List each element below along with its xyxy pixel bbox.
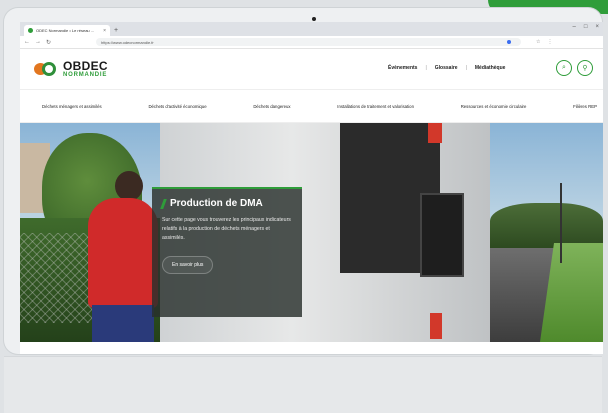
- url-field[interactable]: https://www.odecnormandie.fr: [96, 38, 522, 46]
- camera-icon: [312, 17, 316, 21]
- hero-title: Production de DMA: [170, 198, 263, 209]
- browser-tab-bar: ODEC Normandie • Le réseau ... × + – □ ×: [20, 22, 603, 36]
- logo-subtitle: NORMANDIE: [63, 72, 108, 78]
- header-link-evenements[interactable]: Évènements: [388, 65, 417, 71]
- separator: |: [425, 65, 427, 71]
- hero-photo-truck-light-low: [430, 313, 442, 339]
- site-header: OBDEC NORMANDIE Évènements | Glossaire |…: [20, 49, 603, 90]
- window-controls: – □ ×: [573, 24, 599, 30]
- slash-accent-icon: [160, 198, 167, 209]
- separator: |: [465, 65, 467, 71]
- reload-icon[interactable]: ↻: [46, 39, 51, 46]
- hero-banner: Production de DMA Sur cette page vous tr…: [20, 123, 603, 342]
- nav-item-dae[interactable]: Déchets d'activité économique: [148, 104, 206, 109]
- browser-toolbar-icons: ☆ ⋮: [536, 39, 552, 45]
- forward-icon[interactable]: →: [35, 39, 41, 45]
- laptop-frame: ODEC Normandie • Le réseau ... × + – □ ×…: [4, 8, 603, 354]
- close-window-button[interactable]: ×: [595, 24, 599, 30]
- maximize-button[interactable]: □: [584, 24, 588, 30]
- header-links: Évènements | Glossaire | Médiathèque: [388, 65, 505, 71]
- user-icon: ⚲: [582, 65, 588, 72]
- header-link-glossaire[interactable]: Glossaire: [435, 65, 458, 71]
- address-bar: ← → ↻ https://www.odecnormandie.fr ☆ ⋮: [20, 36, 603, 49]
- extension-icon[interactable]: [507, 40, 512, 44]
- category-nav: Déchets ménagers et assimilés Déchets d'…: [20, 90, 603, 123]
- nav-item-installations[interactable]: Installations de traitement et valorisat…: [337, 104, 414, 109]
- hero-photo-person-head: [115, 171, 143, 201]
- tab-title: ODEC Normandie • Le réseau ...: [36, 28, 95, 33]
- search-icon: ⌕: [562, 64, 566, 71]
- hero-photo-person-legs: [92, 305, 154, 342]
- hero-photo-treeline: [490, 203, 603, 248]
- laptop-base: [4, 356, 602, 413]
- nav-item-dma[interactable]: Déchets ménagers et assimilés: [42, 104, 102, 109]
- browser-tab[interactable]: ODEC Normandie • Le réseau ... ×: [24, 25, 110, 36]
- hero-card-title: Production de DMA: [160, 198, 292, 209]
- url-text: https://www.odecnormandie.fr: [101, 39, 154, 45]
- header-link-mediatheque[interactable]: Médiathèque: [475, 65, 506, 71]
- minimize-button[interactable]: –: [573, 24, 576, 30]
- hero-description: Sur cette page vous trouverez les princi…: [162, 217, 291, 241]
- learn-more-button[interactable]: En savoir plus: [162, 255, 214, 274]
- hero-card: Production de DMA Sur cette page vous tr…: [152, 187, 302, 317]
- hero-photo-pole: [560, 183, 562, 263]
- menu-icon[interactable]: ⋮: [548, 39, 553, 45]
- favicon-icon: [28, 28, 33, 33]
- search-button[interactable]: ⌕: [556, 60, 572, 76]
- laptop-screen: ODEC Normandie • Le réseau ... × + – □ ×…: [20, 22, 603, 354]
- account-button[interactable]: ⚲: [577, 60, 593, 76]
- hero-photo-person: [88, 198, 158, 308]
- hero-photo-truck-light: [428, 123, 442, 143]
- hero-photo-truck-panel: [420, 193, 464, 277]
- nav-item-ressources[interactable]: Ressources et économie circulaire: [461, 104, 527, 109]
- new-tab-button[interactable]: +: [114, 25, 118, 36]
- nav-item-dangereux[interactable]: Déchets dangereux: [253, 104, 290, 109]
- tab-close-icon[interactable]: ×: [103, 28, 106, 34]
- logo-title: OBDEC: [63, 59, 108, 73]
- back-icon[interactable]: ←: [24, 39, 30, 45]
- bookmark-icon[interactable]: ☆: [536, 39, 540, 45]
- nav-item-filieres-rep[interactable]: Filières REP: [573, 104, 597, 109]
- logo-mark-icon: [34, 61, 60, 77]
- site-logo[interactable]: OBDEC NORMANDIE: [34, 60, 108, 78]
